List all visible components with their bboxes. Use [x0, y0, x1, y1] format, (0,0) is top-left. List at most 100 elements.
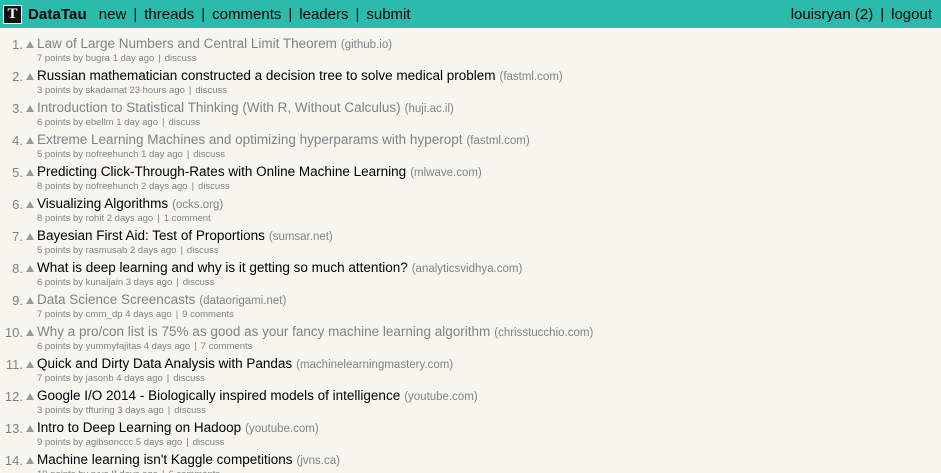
story-comments-link[interactable]: discuss — [168, 117, 200, 128]
upvote-arrow-icon[interactable] — [26, 233, 34, 240]
story-points: 7 points — [37, 309, 71, 320]
site-name-link[interactable]: DataTau — [28, 6, 87, 23]
story-author-link[interactable]: yummyfajitas — [86, 341, 141, 352]
story-rank: 11. — [5, 357, 23, 372]
datatau-logo-icon[interactable]: T — [3, 4, 22, 24]
story-title-link[interactable]: Visualizing Algorithms — [37, 196, 168, 211]
story-title-link[interactable]: Introduction to Statistical Thinking (Wi… — [37, 100, 401, 115]
user-profile-link[interactable]: louisryan (2) — [791, 6, 874, 23]
story-title-line: Predicting Click-Through-Rates with Onli… — [37, 164, 482, 179]
subtext-separator: | — [194, 341, 197, 352]
story-domain: (huji.ac.il) — [404, 103, 454, 115]
story-row: 10. Why a pro/con list is 75% as good as … — [0, 322, 941, 354]
upvote-arrow-icon[interactable] — [26, 137, 34, 144]
story-subtext: 5 points by rasmusab 2 days ago | discuss — [37, 245, 219, 256]
story-comments-link[interactable]: discuss — [174, 405, 206, 416]
story-domain: (fastml.com) — [499, 71, 563, 83]
upvote-arrow-icon[interactable] — [26, 297, 34, 304]
story-row: 1. Law of Large Numbers and Central Limit… — [0, 34, 941, 66]
story-title-link[interactable]: Data Science Screencasts — [37, 292, 195, 307]
story-author-link[interactable]: skadamat — [86, 85, 127, 96]
story-domain: (mlwave.com) — [410, 167, 482, 179]
story-title-link[interactable]: Machine learning isn't Kaggle competitio… — [37, 452, 292, 467]
upvote-arrow-icon[interactable] — [26, 265, 34, 272]
story-title-link[interactable]: Bayesian First Aid: Test of Proportions — [37, 228, 265, 243]
upvote-arrow-icon[interactable] — [26, 73, 34, 80]
story-comments-link[interactable]: discuss — [165, 53, 197, 64]
nav-separator: | — [880, 5, 885, 23]
upvote-arrow-icon[interactable] — [26, 361, 34, 368]
story-title-link[interactable]: Quick and Dirty Data Analysis with Panda… — [37, 356, 292, 371]
upvote-arrow-icon[interactable] — [26, 201, 34, 208]
story-title-line: Russian mathematician constructed a deci… — [37, 68, 563, 83]
story-comments-link[interactable]: 1 comment — [164, 213, 211, 224]
story-title-link[interactable]: Intro to Deep Learning on Hadoop — [37, 420, 241, 435]
story-subtext: 6 points by kunaljain 3 days ago | discuss — [37, 277, 214, 288]
story-age: 5 days ago — [135, 437, 183, 448]
story-comments-link[interactable]: discuss — [187, 245, 219, 256]
story-author-link[interactable]: cmrn_dp — [86, 309, 123, 320]
user-area: louisryan (2) | logout — [791, 6, 932, 23]
story-domain: (analyticsvidhya.com) — [411, 263, 523, 275]
story-rank: 4. — [12, 133, 23, 148]
story-comments-link[interactable]: 9 comments — [182, 309, 234, 320]
story-author-link[interactable]: ebellm — [86, 117, 114, 128]
story-points: 7 points — [37, 373, 71, 384]
story-comments-link[interactable]: discuss — [193, 437, 225, 448]
upvote-arrow-icon[interactable] — [26, 457, 34, 464]
upvote-arrow-icon[interactable] — [26, 169, 34, 176]
story-rank: 12. — [4, 389, 23, 404]
story-author-link[interactable]: tfturing — [86, 405, 115, 416]
story-author-link[interactable]: nofreehunch — [86, 149, 139, 160]
upvote-arrow-icon[interactable] — [26, 393, 34, 400]
logout-link[interactable]: logout — [891, 6, 932, 23]
story-author-link[interactable]: kunaljain — [86, 277, 124, 288]
story-title-line: Quick and Dirty Data Analysis with Panda… — [37, 356, 453, 371]
subtext-separator: | — [158, 53, 161, 64]
story-author-link[interactable]: bugra — [86, 53, 110, 64]
story-points: 7 points — [37, 53, 71, 64]
story-author-link[interactable]: rasmusab — [86, 245, 128, 256]
story-by: by — [72, 437, 83, 448]
story-title-line: Introduction to Statistical Thinking (Wi… — [37, 100, 454, 115]
story-comments-link[interactable]: 6 comments — [168, 469, 220, 473]
story-comments-link[interactable]: discuss — [198, 181, 230, 192]
story-author-link[interactable]: ryyo — [91, 469, 109, 473]
story-comments-link[interactable]: discuss — [173, 373, 205, 384]
story-subtext: 9 points by agibsonccc 5 days ago | discus… — [37, 437, 224, 448]
story-title-link[interactable]: Extreme Learning Machines and optimizing… — [37, 132, 462, 147]
story-comments-link[interactable]: discuss — [195, 85, 227, 96]
story-domain: (github.io) — [340, 39, 393, 51]
story-subtext: 7 points by cmrn_dp 4 days ago | 9 comment… — [37, 309, 234, 320]
story-author-link[interactable]: rohit — [86, 213, 104, 224]
story-author-link[interactable]: agibsonccc — [86, 437, 134, 448]
story-author-link[interactable]: nofreehunch — [86, 181, 139, 192]
story-domain: (sumsar.net) — [268, 231, 333, 243]
nav-submit-link[interactable]: submit — [366, 6, 410, 23]
story-title-link[interactable]: Why a pro/con list is 75% as good as you… — [37, 324, 490, 339]
story-rank: 3. — [12, 101, 23, 116]
upvote-arrow-icon[interactable] — [26, 329, 34, 336]
story-points: 8 points — [37, 181, 71, 192]
story-title-line: Google I/O 2014 - Biologically inspired … — [37, 388, 478, 403]
nav-new-link[interactable]: new — [99, 6, 127, 23]
story-comments-link[interactable]: 7 comments — [201, 341, 253, 352]
nav-comments-link[interactable]: comments — [212, 6, 281, 23]
story-by: by — [72, 53, 83, 64]
story-title-link[interactable]: What is deep learning and why is it gett… — [37, 260, 408, 275]
nav-leaders-link[interactable]: leaders — [299, 6, 348, 23]
upvote-arrow-icon[interactable] — [26, 41, 34, 48]
story-by: by — [72, 309, 83, 320]
story-comments-link[interactable]: discuss — [193, 149, 225, 160]
upvote-arrow-icon[interactable] — [26, 425, 34, 432]
story-title-link[interactable]: Google I/O 2014 - Biologically inspired … — [37, 388, 400, 403]
story-author-link[interactable]: jasonb — [86, 373, 114, 384]
upvote-arrow-icon[interactable] — [26, 105, 34, 112]
story-title-link[interactable]: Russian mathematician constructed a deci… — [37, 68, 495, 83]
story-subtext: 8 points by nofreehunch 2 days ago | discu… — [37, 181, 230, 192]
story-title-link[interactable]: Law of Large Numbers and Central Limit T… — [37, 36, 337, 51]
nav-threads-link[interactable]: threads — [144, 6, 194, 23]
subtext-separator: | — [166, 373, 170, 384]
story-comments-link[interactable]: discuss — [183, 277, 215, 288]
story-title-link[interactable]: Predicting Click-Through-Rates with Onli… — [37, 164, 406, 179]
